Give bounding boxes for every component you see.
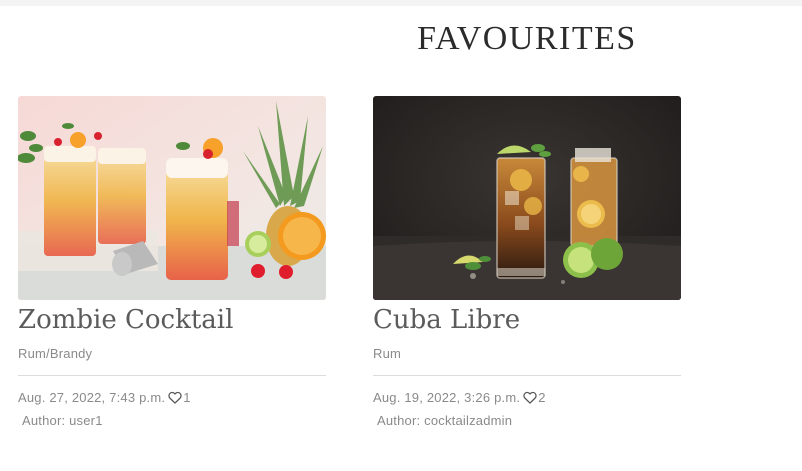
divider	[18, 375, 326, 376]
like-button[interactable]: 2	[523, 390, 545, 405]
cocktail-author: Author: cocktailzadmin	[377, 413, 513, 428]
cocktail-title[interactable]: Cuba Libre	[373, 302, 681, 338]
cocktail-photo-cuba-libre[interactable]	[373, 96, 681, 300]
cocktail-category: Rum/Brandy	[18, 346, 93, 361]
post-date: Aug. 19, 2022, 3:26 p.m.	[373, 390, 521, 405]
page-title: FAVOURITES	[417, 20, 637, 57]
cocktail-category: Rum	[373, 346, 402, 361]
cocktail-photo-zombie[interactable]	[18, 96, 326, 300]
cocktail-meta: Aug. 19, 2022, 3:26 p.m. 2	[373, 389, 681, 406]
heart-outline-icon	[168, 391, 182, 404]
cocktail-meta: Aug. 27, 2022, 7:43 p.m. 1	[18, 389, 326, 406]
cocktail-card: Cuba Libre Rum Aug. 19, 2022, 3:26 p.m. …	[373, 96, 681, 428]
heart-outline-icon	[523, 391, 537, 404]
post-date: Aug. 27, 2022, 7:43 p.m.	[18, 390, 166, 405]
cocktail-card: Zombie Cocktail Rum/Brandy Aug. 27, 2022…	[18, 96, 326, 428]
like-count: 1	[183, 390, 191, 405]
like-count: 2	[538, 390, 546, 405]
top-bar	[0, 0, 802, 6]
divider	[373, 375, 681, 376]
cocktail-title[interactable]: Zombie Cocktail	[18, 302, 326, 338]
cocktail-author: Author: user1	[22, 413, 103, 428]
like-button[interactable]: 1	[168, 390, 190, 405]
